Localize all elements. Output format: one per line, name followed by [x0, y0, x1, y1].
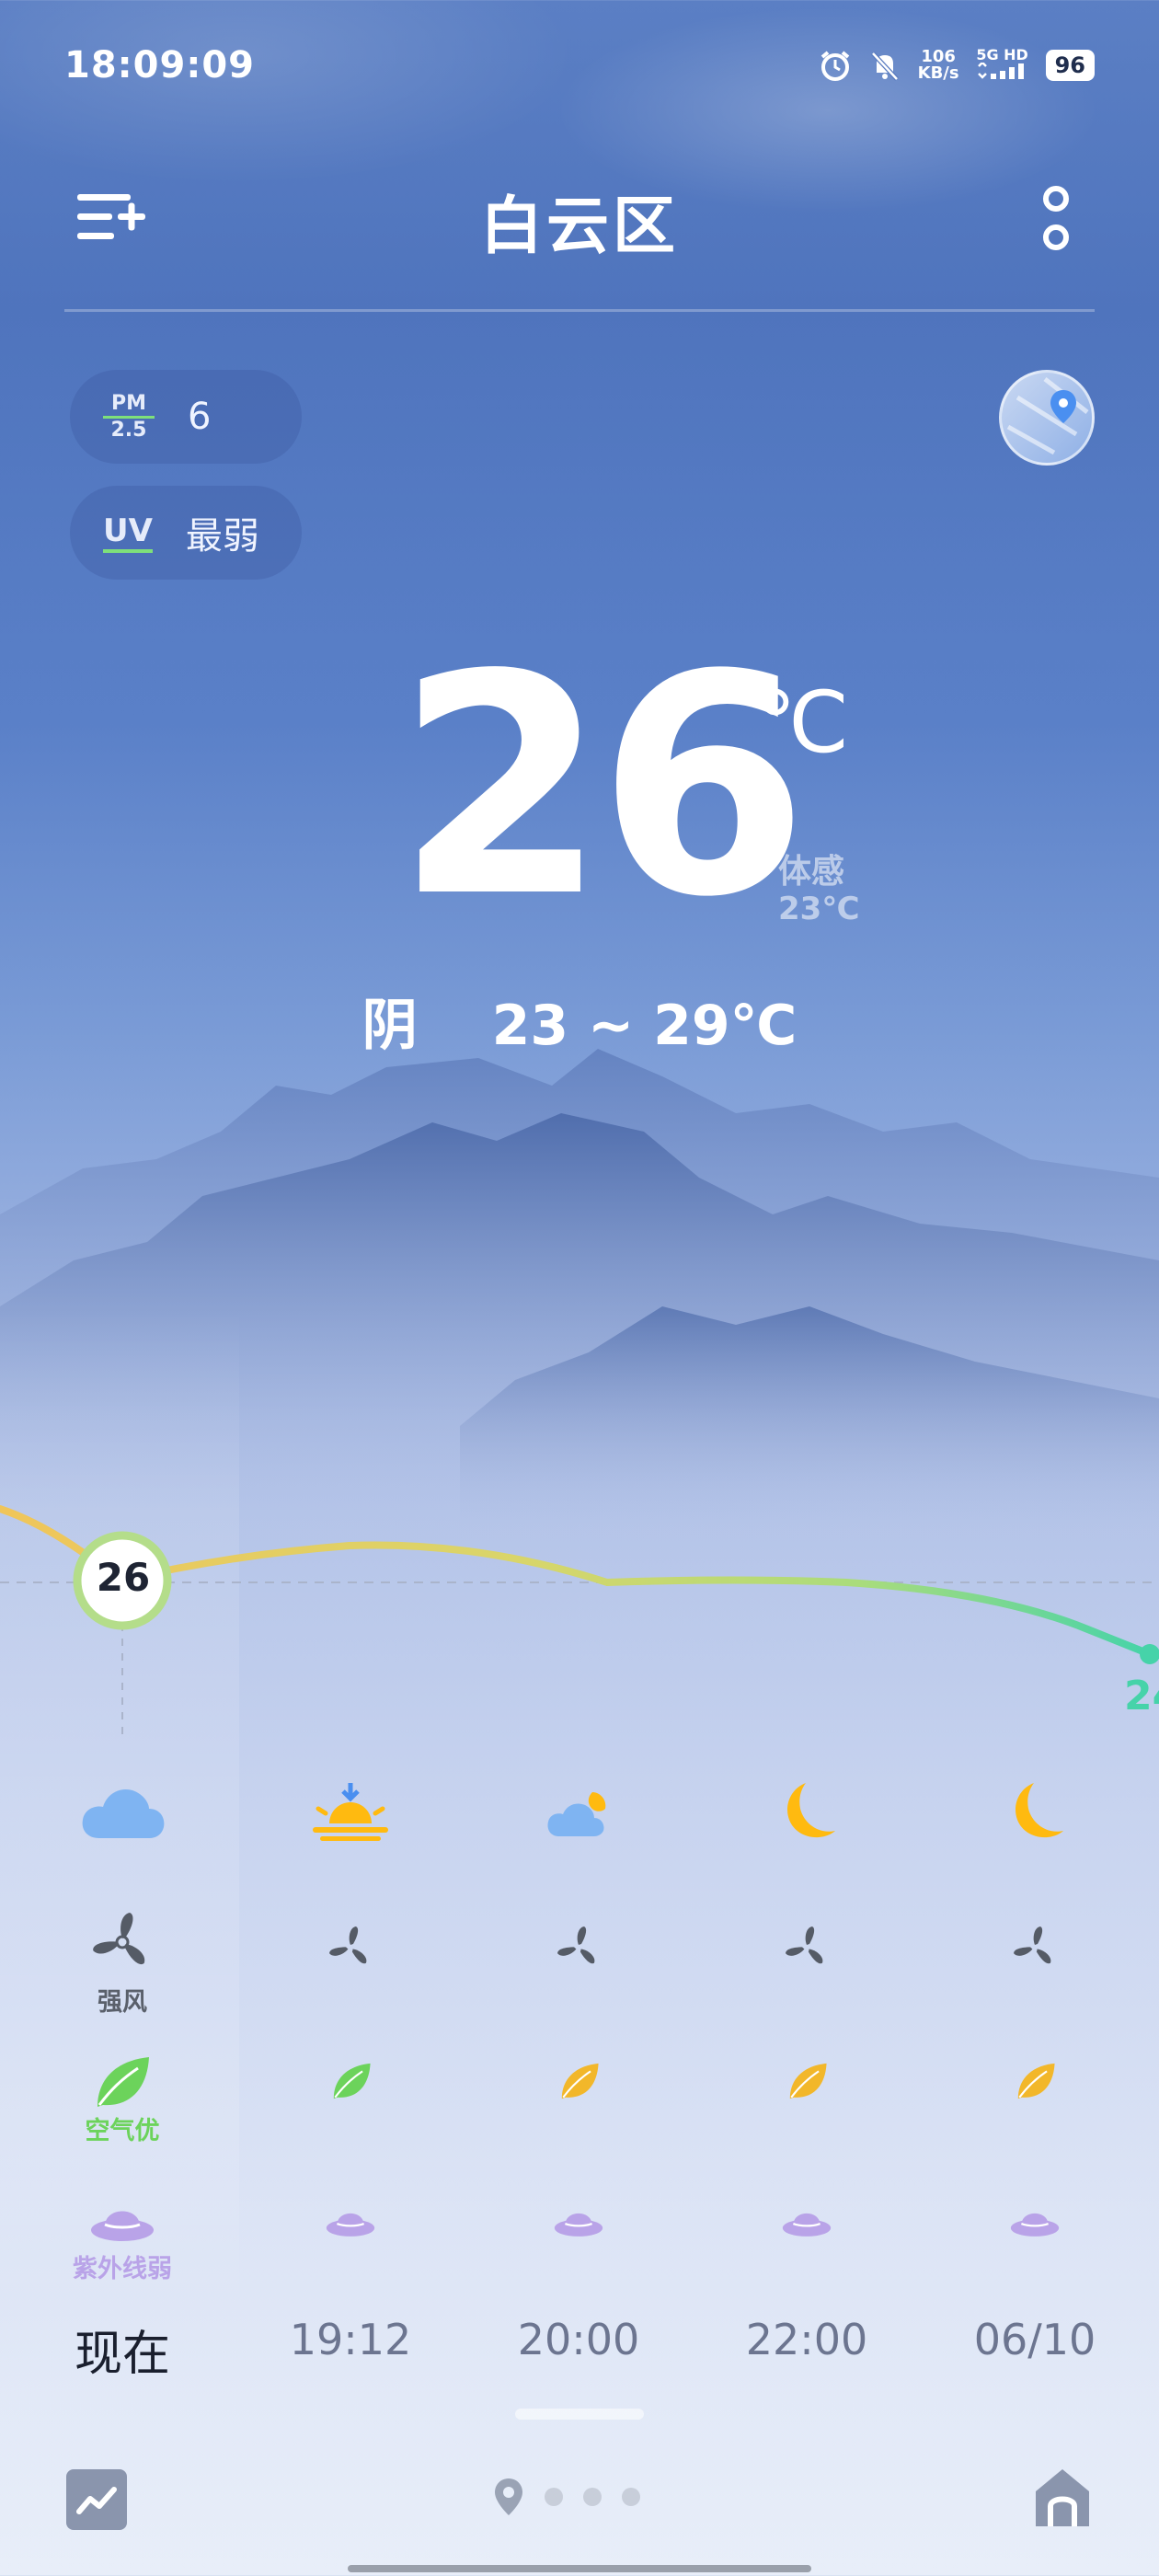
hourly-temperature-curve	[0, 1505, 1159, 1739]
status-time: 18:09:09	[64, 44, 255, 86]
pm-label-bottom: 2.5	[110, 418, 147, 442]
more-options-icon[interactable]	[1038, 184, 1074, 254]
status-icons: 106 KB/s 5G HD 96	[819, 48, 1095, 83]
feels-like-label: 体感	[778, 853, 845, 891]
hour-label: 20:00	[517, 2315, 640, 2364]
edge-point	[1140, 1644, 1159, 1664]
alarm-icon	[820, 51, 849, 81]
wind-fan-icon	[786, 1926, 823, 1964]
now-temp-value: 26	[96, 1555, 151, 1600]
battery-indicator: 96	[1045, 50, 1095, 81]
net-speed: 106 KB/s	[918, 49, 959, 82]
header-divider	[64, 309, 1095, 312]
cloudy-night-icon	[547, 1792, 606, 1836]
hour-label: 19:12	[289, 2315, 412, 2364]
pm-label-top: PM	[110, 391, 147, 415]
wind-fan-icon	[329, 1926, 367, 1964]
page-dot	[622, 2488, 640, 2506]
temperature-unit: ℃	[754, 673, 850, 772]
trend-chart-button[interactable]	[66, 2469, 127, 2530]
cloud-icon	[82, 1788, 165, 1838]
leaf-icon	[789, 2063, 827, 2099]
sun-hat-icon	[782, 2213, 832, 2237]
pm25-label: PM 2.5	[103, 391, 155, 442]
location-pin-icon	[1006, 377, 1089, 455]
air-quality-label: 空气优	[85, 2117, 160, 2145]
net-speed-unit: KB/s	[917, 63, 959, 83]
sunset-icon	[313, 1783, 388, 1841]
wind-fan-icon	[1014, 1926, 1051, 1964]
location-page-icon	[495, 2478, 522, 2515]
page-indicator[interactable]	[493, 2477, 640, 2517]
trend-icon	[76, 2487, 117, 2514]
wind-fan-icon	[93, 1913, 145, 1964]
sun-hat-icon	[91, 2211, 154, 2241]
uv-label-row: 紫外线弱	[73, 2255, 172, 2283]
moon-icon	[787, 1783, 835, 1838]
leaf-icon	[98, 2057, 149, 2107]
hour-label: 22:00	[745, 2315, 868, 2364]
current-temperature: 26	[396, 610, 809, 963]
map-button[interactable]	[999, 370, 1095, 466]
system-home-indicator[interactable]	[348, 2565, 811, 2572]
city-title: 白云区	[479, 190, 679, 263]
drag-handle[interactable]	[515, 2409, 644, 2420]
sun-hat-icon	[554, 2213, 603, 2237]
condition-line: 阴 23 ~ 29℃	[0, 981, 1159, 1061]
moon-icon	[1016, 1783, 1063, 1838]
feels-like-value: 23℃	[778, 891, 860, 927]
sun-hat-icon	[1010, 2213, 1060, 2237]
page-dot	[545, 2488, 563, 2506]
wind-label: 强风	[98, 1988, 147, 2017]
signal: 5G HD	[976, 48, 1029, 83]
net-type-label: 5G HD	[976, 46, 1028, 63]
mute-bell-icon	[870, 52, 899, 81]
hour-label-now: 现在	[74, 2327, 170, 2382]
signal-bars-icon	[977, 61, 1024, 79]
home-icon[interactable]	[1032, 2466, 1093, 2530]
wind-fan-icon	[557, 1926, 595, 1964]
uv-value: 最弱	[185, 515, 259, 558]
hour-label: 06/10	[973, 2315, 1096, 2364]
pm25-value: 6	[188, 396, 212, 438]
uv-label: UV	[103, 512, 153, 553]
condition-text: 阴	[361, 994, 418, 1058]
page-dot	[583, 2488, 602, 2506]
edge-temp-value: 24	[1124, 1673, 1159, 1719]
leaf-icon	[561, 2063, 599, 2099]
leaf-icon	[1017, 2063, 1055, 2099]
uv-pill[interactable]: UV 最弱	[70, 486, 302, 580]
sun-hat-icon	[326, 2213, 375, 2237]
temp-range: 23 ~ 29℃	[491, 994, 798, 1058]
leaf-icon	[333, 2063, 371, 2099]
pm25-pill[interactable]: PM 2.5 6	[70, 370, 302, 464]
